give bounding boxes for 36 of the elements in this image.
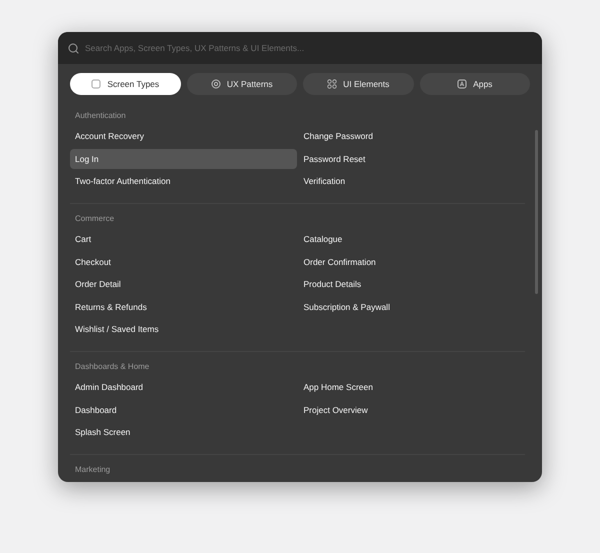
menu-item[interactable]: Catalogue <box>298 229 525 249</box>
menu-item[interactable]: Subscription & Paywall <box>298 296 525 316</box>
menu-item[interactable]: Cart <box>70 229 296 249</box>
category-tab[interactable]: UX Patterns <box>186 73 297 95</box>
menu-item[interactable]: Product Details <box>298 274 525 294</box>
square-icon <box>91 79 102 89</box>
target-icon <box>210 79 221 89</box>
menu-item[interactable]: Admin Dashboard <box>70 377 296 397</box>
section-heading: Commerce <box>74 213 116 225</box>
app-icon <box>457 79 468 89</box>
section-heading: Authentication <box>74 110 127 122</box>
search-field[interactable]: Search Apps, Screen Types, UX Patterns & UI Elements... <box>58 32 542 64</box>
menu-item[interactable]: Splash Screen <box>70 422 296 442</box>
section-heading: Dashboards & Home <box>74 361 150 373</box>
section-heading: Marketing <box>74 464 112 476</box>
menu-item[interactable]: Log In <box>70 148 296 168</box>
category-tab[interactable]: Apps <box>420 73 530 95</box>
menu-item[interactable]: Returns & Refunds <box>70 296 296 316</box>
menu-item[interactable]: Checkout <box>70 252 296 272</box>
menu-item[interactable]: Password Reset <box>298 148 525 168</box>
menu-item[interactable]: Change Password <box>298 126 525 146</box>
scrollbar-thumb[interactable] <box>535 130 538 294</box>
category-tab[interactable]: Screen Types <box>70 73 180 95</box>
search-icon <box>68 42 79 54</box>
four-circles-icon <box>327 79 338 89</box>
menu-item[interactable]: Order Confirmation <box>298 252 525 272</box>
menu-item[interactable]: Wishlist / Saved Items <box>70 319 296 339</box>
category-tab[interactable]: UI Elements <box>303 73 414 95</box>
menu-item[interactable]: App Home Screen <box>298 377 525 397</box>
search-field[interactable]: Search Apps, Screen Types, UX Patterns & UI Elements... <box>85 43 532 53</box>
menu-item[interactable]: Dashboard <box>70 400 296 420</box>
menu-item[interactable]: Two-factor Authentication <box>70 171 296 191</box>
menu-item[interactable]: Verification <box>298 171 525 191</box>
menu-item[interactable]: Project Overview <box>298 400 525 420</box>
menu-item[interactable]: Order Detail <box>70 274 296 294</box>
menu-item[interactable]: Account Recovery <box>70 126 296 146</box>
